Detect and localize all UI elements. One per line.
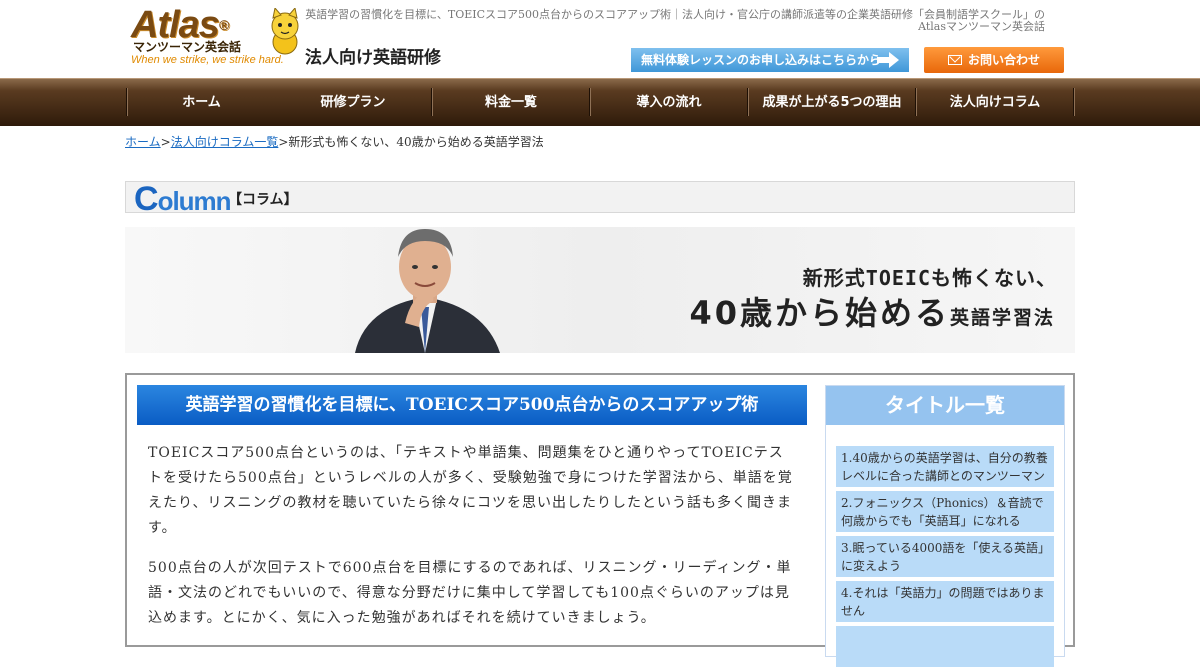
article-paragraph: 500点台の人が次回テストで600点台を目標にするのであれば、リスニング・リーデ… bbox=[148, 560, 792, 626]
global-nav: ホーム 研修プラン 料金一覧 導入の流れ 成果が上がる5つの理由 法人向けコラム bbox=[0, 78, 1200, 126]
nav-item-reasons[interactable]: 成果が上がる5つの理由 bbox=[749, 79, 915, 126]
sidebar-item[interactable]: 4.それは「英語力」の問題ではありません bbox=[836, 581, 1054, 622]
free-trial-button[interactable]: 無料体験レッスンのお申し込みはこちらから bbox=[631, 48, 909, 72]
column-logo: Column bbox=[134, 180, 232, 218]
mail-icon bbox=[947, 55, 962, 65]
nav-item-column[interactable]: 法人向けコラム bbox=[917, 79, 1073, 126]
hero-headline-big: 40歳から始める bbox=[689, 294, 950, 332]
article-paragraph: TOEICスコア500点台というのは、「テキストや単語集、問題集をひと通りやって… bbox=[148, 445, 793, 536]
free-trial-label: 無料体験レッスンのお申し込みはこちらから bbox=[641, 53, 882, 67]
businessman-image bbox=[355, 229, 500, 353]
breadcrumb-column-list-link[interactable]: 法人向けコラム一覧 bbox=[171, 135, 279, 149]
sidebar-item[interactable] bbox=[836, 626, 1054, 667]
column-label: 【コラム】 bbox=[228, 192, 298, 208]
site-header: Atlas® マンツーマン英会話 When we strike, we stri… bbox=[0, 0, 1200, 78]
header-tagline: 英語学習の習慣化を目標に、TOEICスコア500点台からのスコアアップ術｜法人向… bbox=[305, 8, 1045, 33]
nav-item-pricing[interactable]: 料金一覧 bbox=[433, 79, 589, 126]
breadcrumb-current: 新形式も怖くない、40歳から始める英語学習法 bbox=[288, 135, 544, 149]
breadcrumb-separator: > bbox=[278, 135, 289, 149]
hero-banner: 新形式TOEICも怖くない、 40歳から始める英語学習法 bbox=[125, 227, 1075, 353]
column-heading-bar: Column 【コラム】 bbox=[125, 180, 1075, 218]
contact-label: お問い合わせ bbox=[967, 53, 1040, 67]
site-title: 法人向け英語研修 bbox=[305, 48, 441, 68]
logo-subtitle: マンツーマン英会話 bbox=[133, 40, 242, 54]
sidebar-item[interactable]: 3.眠っている4000語を「使える英語」に変えよう bbox=[836, 536, 1054, 577]
hero-headline-line2: 40歳から始める英語学習法 bbox=[689, 288, 1055, 334]
hero-headline-small: 英語学習法 bbox=[949, 307, 1055, 329]
nav-item-flow[interactable]: 導入の流れ bbox=[591, 79, 747, 126]
article-heading: 英語学習の習慣化を目標に、TOEICスコア500点台からのスコアアップ術 bbox=[137, 385, 807, 425]
title-list-sidebar: タイトル一覧 1.40歳からの英語学習は、自分の教養レベルに合った講師とのマンツ… bbox=[825, 385, 1065, 667]
hero-headline-line1: 新形式TOEICも怖くない、 bbox=[802, 266, 1057, 290]
nav-divider bbox=[1073, 88, 1075, 116]
breadcrumb-separator: > bbox=[160, 135, 171, 149]
breadcrumb-home-link[interactable]: ホーム bbox=[125, 135, 161, 149]
sidebar-title: タイトル一覧 bbox=[826, 386, 1064, 425]
cat-mascot-icon bbox=[271, 8, 299, 55]
nav-item-training-plan[interactable]: 研修プラン bbox=[275, 79, 431, 126]
arrow-right-icon bbox=[877, 52, 899, 68]
nav-item-home[interactable]: ホーム bbox=[128, 79, 275, 126]
sidebar-item[interactable]: 1.40歳からの英語学習は、自分の教養レベルに合った講師とのマンツーマン bbox=[836, 446, 1054, 487]
logo-tagline: When we strike, we strike hard. bbox=[131, 54, 284, 66]
contact-button[interactable]: お問い合わせ bbox=[924, 47, 1064, 73]
sidebar-item[interactable]: 2.フォニックス（Phonics）＆音読で何歳からでも「英語耳」になれる bbox=[836, 491, 1054, 532]
main-content-box: 英語学習の習慣化を目標に、TOEICスコア500点台からのスコアアップ術 TOE… bbox=[125, 373, 1075, 667]
logo-wordmark: Atlas® bbox=[131, 4, 229, 46]
breadcrumb: ホーム>法人向けコラム一覧>新形式も怖くない、40歳から始める英語学習法 bbox=[125, 133, 544, 150]
